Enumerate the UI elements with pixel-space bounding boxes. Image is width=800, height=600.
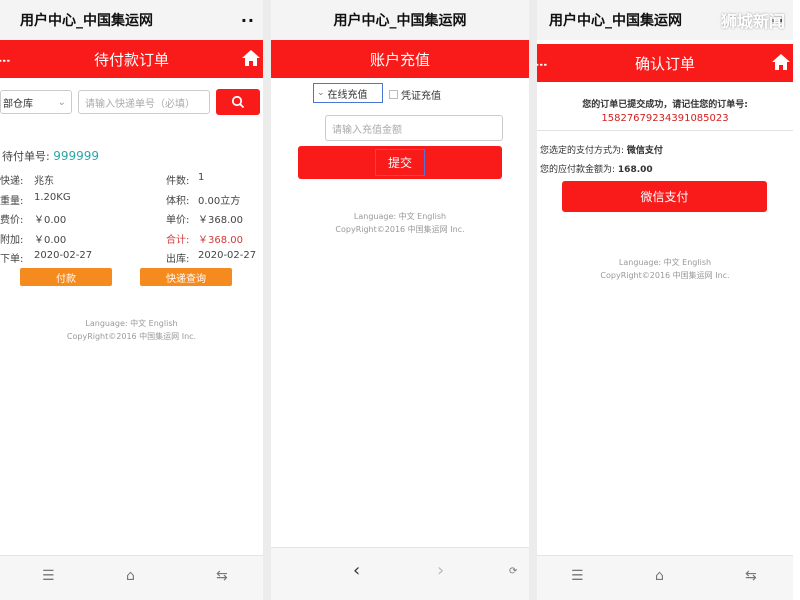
chevron-down-icon: ⌄ — [317, 88, 325, 98]
footer-copyright: CopyRight©2016 中国集运网 Inc. — [66, 332, 197, 341]
pay-method-value: 微信支付 — [626, 146, 663, 156]
detail-label: 下单: — [0, 254, 24, 265]
screenshot-stage: 用户中心_中国集运网 ·· ⇠ 待付款订单 部仓库 ⌄ 请输入快递单号（必填） … — [0, 0, 800, 600]
wechat-pay-button[interactable]: 微信支付 — [562, 181, 767, 212]
back-chevron-icon[interactable]: ‹ — [353, 560, 360, 581]
header-bar: ⇠ 待付款订单 — [0, 40, 263, 78]
order-number: 999999 — [53, 149, 100, 163]
detail-value: 1.20KG — [34, 192, 71, 203]
footer-copyright: CopyRight©2016 中国集运网 Inc. — [335, 225, 465, 234]
detail-value: 0.00立方 — [198, 196, 241, 207]
amount-row: 您的应付款金额为: 168.00 — [540, 162, 653, 175]
panel-divider — [529, 0, 537, 600]
menu-icon[interactable]: ☰ — [42, 568, 55, 584]
menu-icon[interactable]: ☰ — [571, 568, 584, 584]
detail-value: ￥368.00 — [198, 215, 243, 226]
detail-value: 2020-02-27 — [34, 250, 93, 261]
footer-language: Language: 中文 English — [353, 212, 447, 221]
tabs-icon[interactable]: ⟳ — [509, 566, 517, 577]
watermark: 狮城新闻 — [720, 12, 785, 31]
header-title: 账户充值 — [369, 50, 430, 69]
bottom-nav: ☰ ⌂ ⇆ — [537, 555, 793, 600]
track-query-button[interactable]: 快递查询 — [140, 268, 232, 286]
confirm-order-panel: 用户中心_中国集运网 ·· ⇠ 确认订单 您的订单已提交成功，请记住您的订单号:… — [537, 0, 793, 600]
home-outline-icon[interactable]: ⌂ — [126, 568, 135, 584]
browser-topbar: 用户中心_中国集运网 ·· — [0, 0, 263, 40]
bottom-nav: ☰ ⌂ ⇆ — [0, 555, 263, 600]
pay-method-label: 您选定的支付方式为: — [540, 146, 625, 156]
amount-input[interactable]: 请输入充值金额 — [325, 115, 503, 141]
detail-label: 重量: — [0, 196, 24, 207]
footer-language: Language: 中文 English — [618, 258, 712, 267]
total-value: ￥368.00 — [198, 235, 243, 246]
footer-language: Language: 中文 English — [85, 319, 178, 328]
voucher-recharge-option[interactable]: 凭证充值 — [389, 87, 441, 102]
detail-label: 附加: — [0, 235, 24, 246]
home-outline-icon[interactable]: ⌂ — [655, 568, 664, 584]
tracking-input[interactable]: 请输入快递单号（必填） — [78, 90, 210, 114]
tabs-icon[interactable]: ⇆ — [745, 568, 757, 584]
online-recharge-option[interactable]: ⌄ 在线充值 — [313, 83, 383, 103]
header-title: 确认订单 — [634, 54, 695, 73]
total-label: 合计: — [166, 235, 190, 246]
warehouse-select[interactable]: 部仓库 ⌄ — [0, 90, 72, 114]
detail-label: 体积: — [166, 196, 190, 207]
header-title: 待付款订单 — [93, 50, 169, 69]
page-title: 用户中心_中国集运网 — [20, 13, 153, 29]
search-button[interactable] — [216, 89, 260, 115]
detail-label: 费价: — [0, 215, 24, 226]
detail-value: 2020-02-27 — [198, 250, 257, 261]
submit-success-message: 您的订单已提交成功，请记住您的订单号: — [582, 100, 748, 110]
detail-value: 1 — [198, 172, 205, 183]
search-icon — [231, 95, 245, 109]
detail-label: 件数: — [166, 176, 190, 187]
detail-label: 出库: — [166, 254, 190, 265]
recharge-panel: 用户中心_中国集运网 账户充值 ⌄ 在线充值 凭证充值 请输入充值金额 提交 L… — [271, 0, 529, 600]
order-number-row: 待付单号: 999999 — [2, 148, 99, 164]
detail-value: ￥0.00 — [34, 215, 67, 226]
detail-label: 单价: — [166, 215, 190, 226]
amount-label: 您的应付款金额为: — [540, 165, 616, 175]
panel-divider — [263, 0, 271, 600]
order-number-label: 待付单号: — [2, 150, 50, 163]
submit-button[interactable]: 提交 — [298, 146, 502, 179]
detail-value: ￥0.00 — [34, 235, 67, 246]
browser-topbar: 用户中心_中国集运网 — [271, 0, 529, 40]
detail-label: 快递: — [0, 176, 24, 187]
tabs-icon[interactable]: ⇆ — [216, 568, 228, 584]
forward-chevron-icon[interactable]: › — [437, 560, 444, 581]
footer-copyright: CopyRight©2016 中国集运网 Inc. — [600, 271, 730, 280]
chevron-down-icon: ⌄ — [57, 96, 66, 108]
header-bar: 账户充值 — [271, 40, 529, 78]
back-arrow-icon[interactable]: ⇠ — [537, 52, 548, 76]
page-title: 用户中心_中国集运网 — [333, 13, 467, 29]
bottom-nav: ‹ › ⟳ — [271, 547, 529, 600]
divider — [537, 130, 793, 131]
pending-order-panel: 用户中心_中国集运网 ·· ⇠ 待付款订单 部仓库 ⌄ 请输入快递单号（必填） … — [0, 0, 263, 600]
pay-button[interactable]: 付款 — [20, 268, 112, 286]
pay-method-row: 您选定的支付方式为: 微信支付 — [540, 143, 663, 156]
detail-value: 兆东 — [34, 176, 54, 187]
home-icon[interactable] — [241, 48, 261, 68]
amount-value: 168.00 — [617, 165, 653, 175]
back-arrow-icon[interactable]: ⇠ — [0, 48, 11, 72]
more-menu-icon[interactable]: ·· — [241, 11, 263, 30]
order-number: 15827679234391085023 — [601, 113, 729, 124]
header-bar: ⇠ 确认订单 — [537, 44, 793, 82]
checkbox-icon — [389, 90, 398, 99]
home-icon[interactable] — [771, 52, 791, 72]
